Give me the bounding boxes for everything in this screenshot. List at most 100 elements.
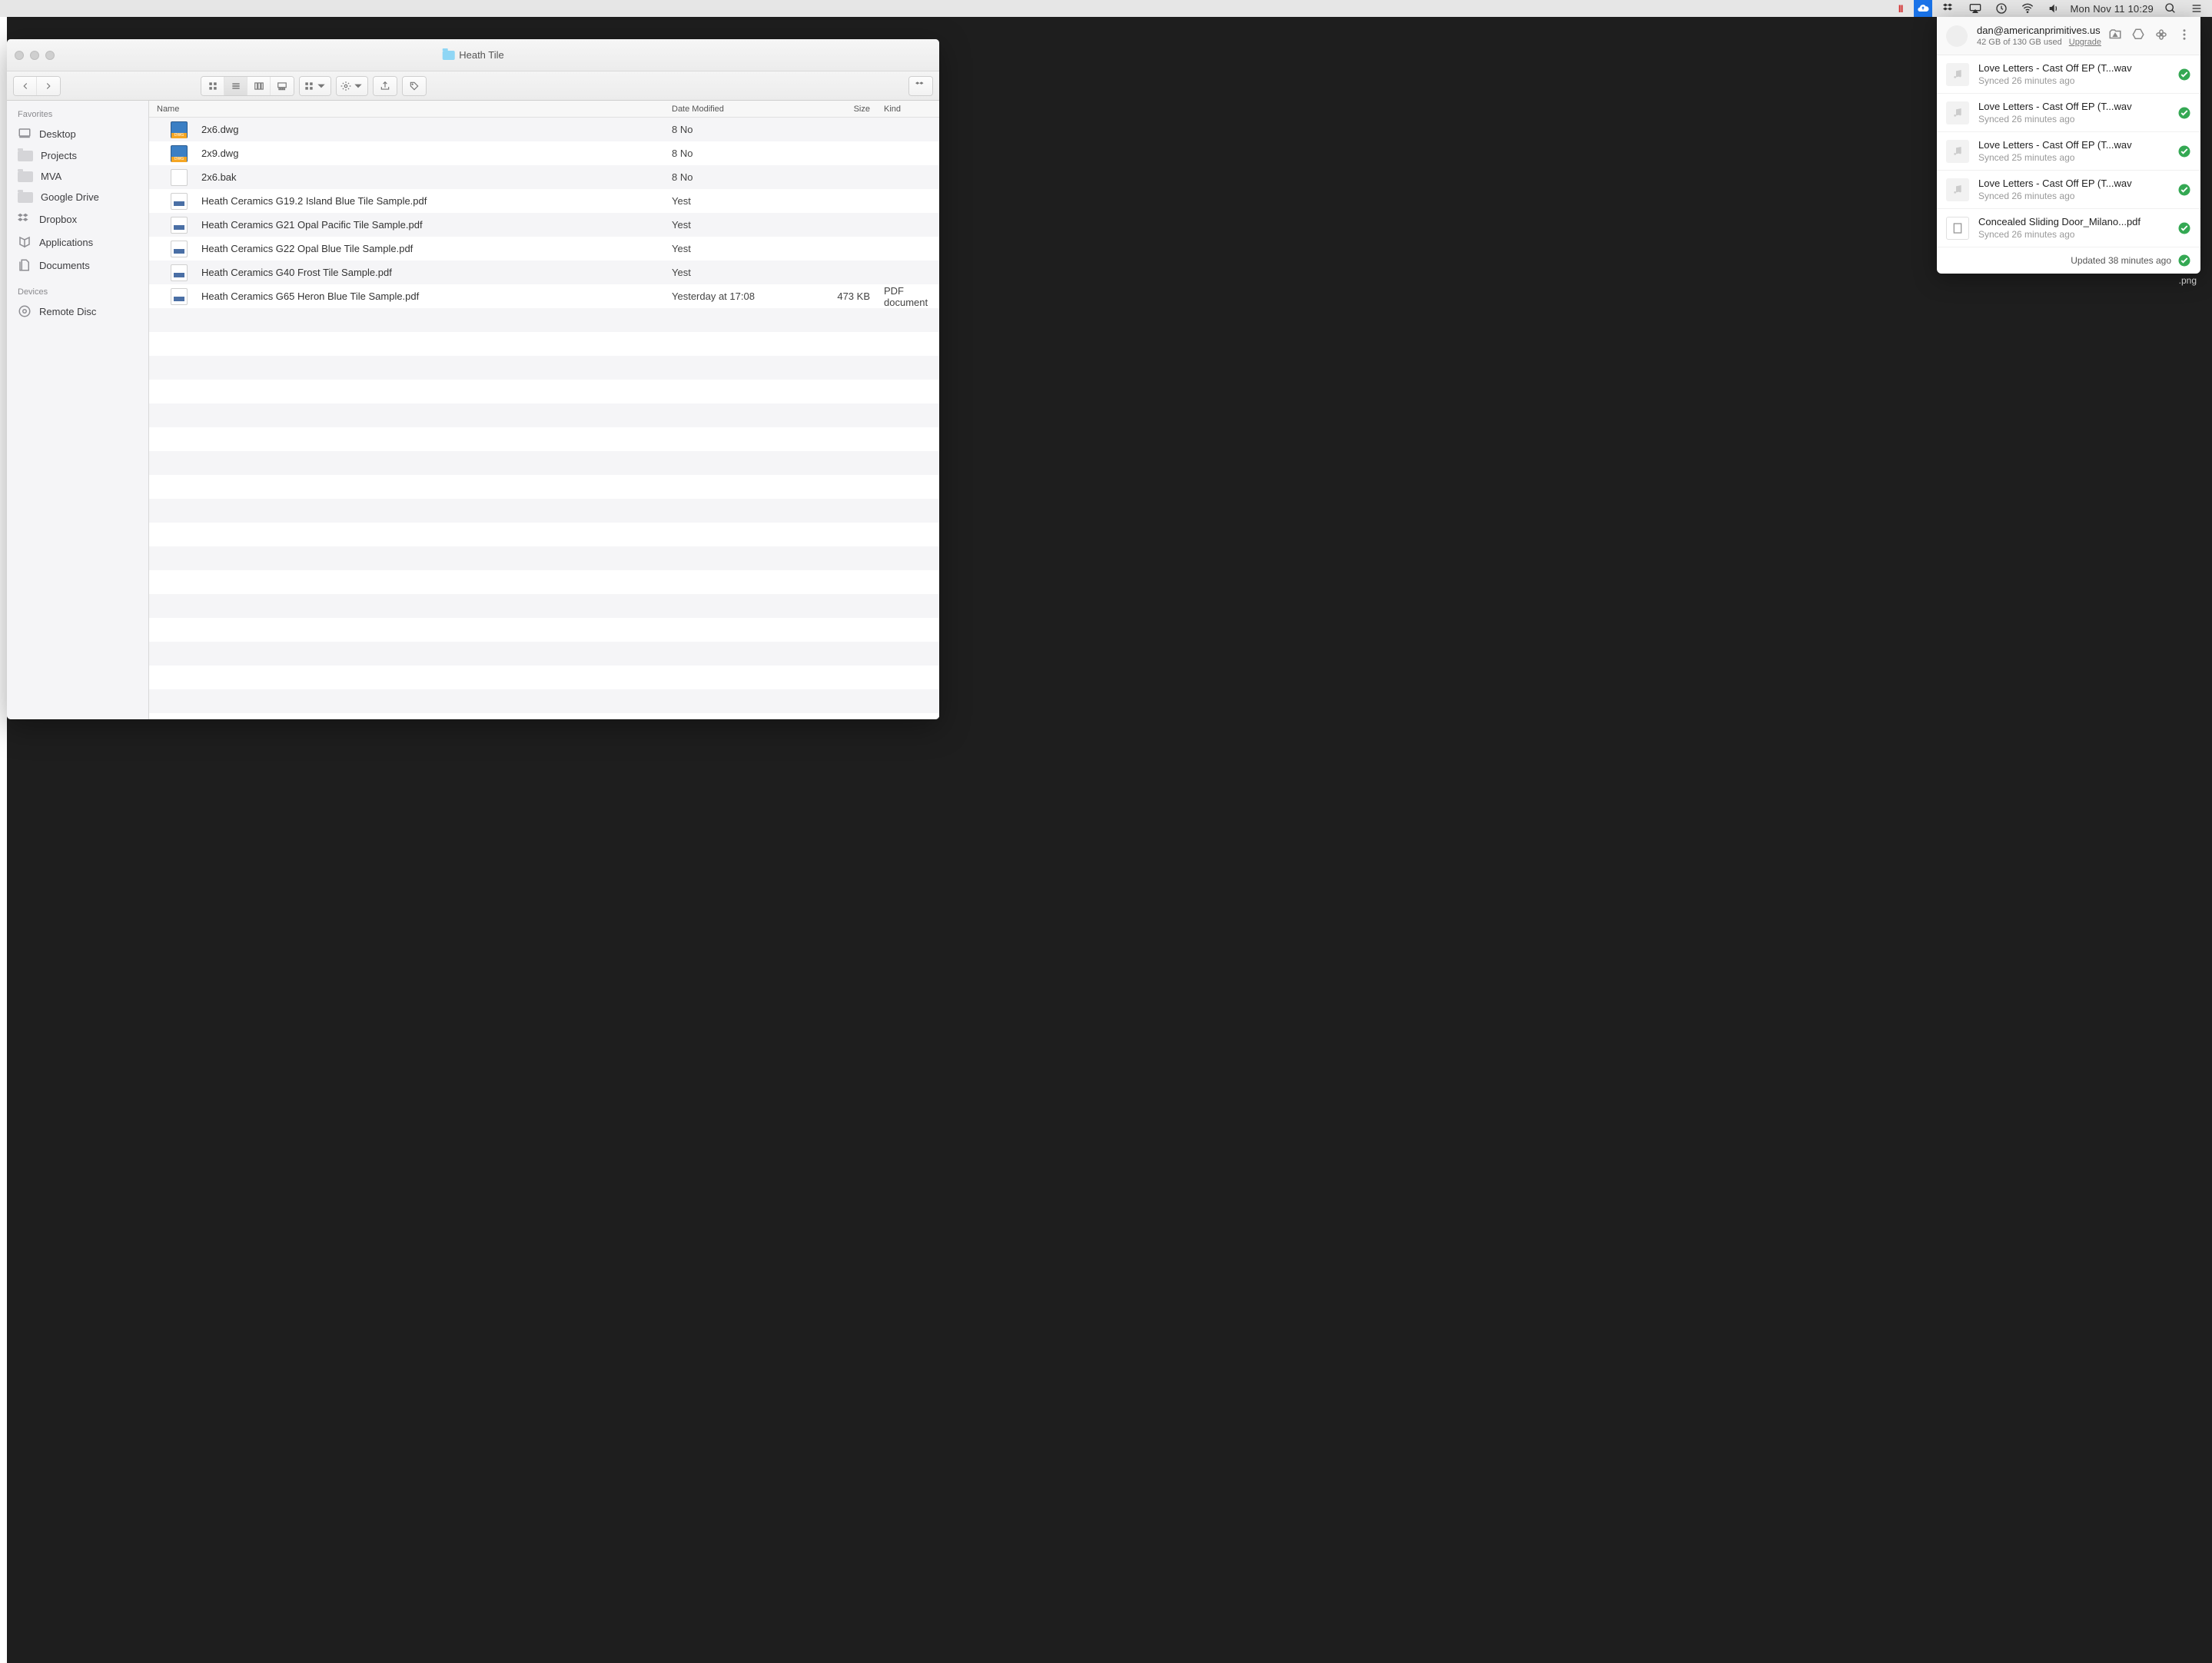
- column-header-size[interactable]: Size: [810, 105, 879, 114]
- popover-footer-text: Updated 38 minutes ago: [2071, 255, 2171, 266]
- pdf-file-icon: [171, 288, 188, 305]
- applications-icon: [18, 235, 32, 249]
- column-header-date[interactable]: Date Modified: [672, 105, 810, 114]
- open-photos-icon[interactable]: [2154, 28, 2168, 44]
- table-row-empty: [149, 499, 939, 523]
- sidebar-item-mva[interactable]: MVA: [7, 166, 148, 187]
- sidebar-item-label: Documents: [39, 260, 90, 271]
- desktop-icon: [18, 127, 32, 141]
- view-group: [201, 76, 294, 96]
- table-row-empty: [149, 523, 939, 546]
- volume-icon[interactable]: [2044, 0, 2063, 17]
- minimize-window-icon[interactable]: [30, 51, 39, 60]
- bak-file-icon: [171, 169, 188, 186]
- table-row[interactable]: 2x6.dwg8 No: [149, 118, 939, 141]
- folder-icon: [18, 171, 33, 182]
- file-name: 2x9.dwg: [201, 148, 672, 159]
- table-row-empty: [149, 546, 939, 570]
- back-button[interactable]: [14, 77, 37, 95]
- sidebar-item-documents[interactable]: Documents: [7, 254, 148, 277]
- dropbox-icon[interactable]: [1940, 0, 1958, 17]
- table-row[interactable]: Heath Ceramics G22 Opal Blue Tile Sample…: [149, 237, 939, 261]
- sidebar-heading-devices: Devices: [7, 284, 148, 300]
- table-row-empty: [149, 403, 939, 427]
- table-row-empty: [149, 618, 939, 642]
- column-header-kind[interactable]: Kind: [879, 105, 939, 114]
- wifi-icon[interactable]: [2018, 0, 2037, 17]
- background-window-peek: [0, 17, 7, 1663]
- sidebar-item-applications[interactable]: Applications: [7, 231, 148, 254]
- menubar-clock[interactable]: Mon Nov 11 10:29: [2071, 3, 2154, 15]
- column-header-name[interactable]: Name: [149, 105, 672, 114]
- spotlight-icon[interactable]: [2161, 0, 2180, 17]
- list-view-button[interactable]: [224, 77, 247, 95]
- sidebar-item-label: Google Drive: [41, 191, 99, 203]
- action-button[interactable]: [337, 77, 367, 95]
- more-options-icon[interactable]: [2177, 28, 2191, 44]
- check-icon: [2177, 144, 2191, 158]
- sync-item-status: Synced 26 minutes ago: [1978, 75, 2177, 86]
- sidebar-item-remote-disc[interactable]: Remote Disc: [7, 300, 148, 323]
- airplay-icon[interactable]: [1966, 0, 1984, 17]
- dropbox-toolbar-button[interactable]: [909, 77, 932, 95]
- file-list-header[interactable]: Name Date Modified Size Kind: [149, 101, 939, 118]
- tags-button[interactable]: [403, 77, 426, 95]
- sync-item-name: Love Letters - Cast Off EP (T...wav: [1978, 62, 2177, 74]
- share-group: [373, 76, 397, 96]
- file-name: 2x6.bak: [201, 171, 672, 183]
- zoom-window-icon[interactable]: [45, 51, 55, 60]
- pause-icon[interactable]: II: [1895, 0, 1906, 17]
- open-drive-web-icon[interactable]: [2131, 28, 2145, 44]
- arrange-button[interactable]: [300, 77, 330, 95]
- file-list[interactable]: 2x6.dwg8 No2x9.dwg8 No2x6.bak8 NoHeath C…: [149, 118, 939, 719]
- time-machine-icon[interactable]: [1992, 0, 2011, 17]
- close-window-icon[interactable]: [15, 51, 24, 60]
- menubar: II Mon Nov 11 10:29: [0, 0, 2212, 17]
- sync-item[interactable]: Love Letters - Cast Off EP (T...wavSynce…: [1937, 171, 2200, 209]
- share-button[interactable]: [374, 77, 397, 95]
- popover-footer: Updated 38 minutes ago: [1937, 247, 2200, 274]
- sidebar-item-dropbox[interactable]: Dropbox: [7, 207, 148, 231]
- backup-sync-popover: dan@americanprimitives.us 42 GB of 130 G…: [1937, 17, 2200, 274]
- sidebar-item-desktop[interactable]: Desktop: [7, 122, 148, 145]
- pdf-file-icon: [171, 193, 188, 210]
- table-row[interactable]: Heath Ceramics G19.2 Island Blue Tile Sa…: [149, 189, 939, 213]
- sync-item[interactable]: Love Letters - Cast Off EP (T...wavSynce…: [1937, 132, 2200, 171]
- table-row[interactable]: Heath Ceramics G65 Heron Blue Tile Sampl…: [149, 284, 939, 308]
- table-row[interactable]: 2x9.dwg8 No: [149, 141, 939, 165]
- finder-titlebar[interactable]: Heath Tile: [7, 39, 939, 71]
- sidebar-item-projects[interactable]: Projects: [7, 145, 148, 166]
- sync-item-name: Love Letters - Cast Off EP (T...wav: [1978, 178, 2177, 189]
- dwg-file-icon: [171, 145, 188, 162]
- gallery-view-button[interactable]: [271, 77, 294, 95]
- cloud-upload-icon[interactable]: [1914, 0, 1932, 17]
- column-view-button[interactable]: [247, 77, 271, 95]
- sync-item[interactable]: Concealed Sliding Door_Milano...pdfSynce…: [1937, 209, 2200, 247]
- finder-window: Heath Tile: [7, 39, 939, 719]
- audio-thumb-icon: [1946, 101, 1969, 124]
- forward-button[interactable]: [37, 77, 60, 95]
- table-row-empty: [149, 308, 939, 332]
- upgrade-link[interactable]: Upgrade: [2069, 38, 2101, 47]
- sidebar-heading-favorites: Favorites: [7, 107, 148, 122]
- pdf-file-icon: [171, 241, 188, 257]
- sync-item-name: Concealed Sliding Door_Milano...pdf: [1978, 216, 2177, 227]
- sync-item-status: Synced 26 minutes ago: [1978, 114, 2177, 124]
- sidebar-item-label: MVA: [41, 171, 61, 182]
- icon-view-button[interactable]: [201, 77, 224, 95]
- sync-item[interactable]: Love Letters - Cast Off EP (T...wavSynce…: [1937, 94, 2200, 132]
- table-row[interactable]: Heath Ceramics G21 Opal Pacific Tile Sam…: [149, 213, 939, 237]
- file-date: Yest: [672, 243, 810, 254]
- table-row-empty: [149, 594, 939, 618]
- file-kind: PDF document: [879, 285, 939, 308]
- avatar[interactable]: [1946, 25, 1968, 47]
- table-row[interactable]: 2x6.bak8 No: [149, 165, 939, 189]
- check-icon: [2177, 254, 2191, 267]
- dropbox-toolbar-group: [908, 76, 933, 96]
- table-row[interactable]: Heath Ceramics G40 Frost Tile Sample.pdf…: [149, 261, 939, 284]
- sidebar-item-google-drive[interactable]: Google Drive: [7, 187, 148, 207]
- notification-center-icon[interactable]: [2187, 0, 2206, 17]
- file-date: Yest: [672, 195, 810, 207]
- open-drive-folder-icon[interactable]: [2108, 28, 2122, 44]
- sync-item[interactable]: Love Letters - Cast Off EP (T...wavSynce…: [1937, 55, 2200, 94]
